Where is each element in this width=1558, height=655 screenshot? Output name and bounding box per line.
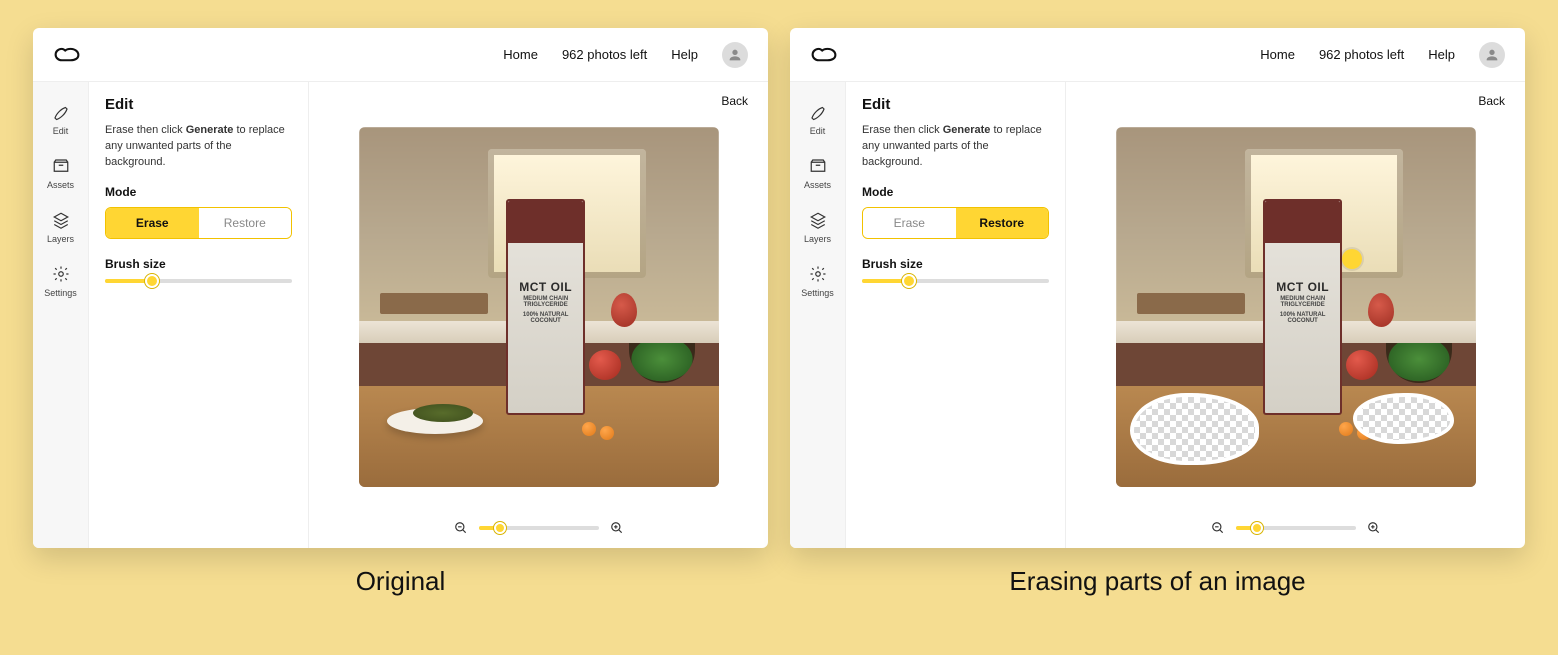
product-subtitle: MEDIUM CHAIN TRIGLYCERIDE [523, 296, 568, 308]
rail-label: Settings [44, 288, 77, 298]
edit-panel: Edit Erase then click Generate to replac… [89, 82, 309, 548]
rail-settings[interactable]: Settings [33, 254, 88, 308]
zoom-slider[interactable] [1236, 526, 1356, 530]
nav-quota[interactable]: 962 photos left [1319, 47, 1404, 62]
rail-label: Layers [47, 234, 74, 244]
zoom-out-icon[interactable] [453, 520, 469, 536]
zoom-controls [309, 508, 768, 548]
app-original: Home 962 photos left Help Edit Assets La [33, 28, 768, 548]
erased-region [1353, 393, 1454, 443]
brush-label: Brush size [862, 257, 1049, 271]
nav-home[interactable]: Home [503, 47, 538, 62]
caption-right: Erasing parts of an image [790, 566, 1525, 597]
product-subtitle: MEDIUM CHAIN TRIGLYCERIDE [1280, 296, 1325, 308]
brush-label: Brush size [105, 257, 292, 271]
desc-text: Erase then click [105, 124, 186, 136]
mode-label: Mode [862, 185, 1049, 199]
logo-icon [53, 45, 81, 65]
rail-layers[interactable]: Layers [33, 200, 88, 254]
brush-size-slider[interactable] [862, 279, 1049, 283]
brush-size-slider[interactable] [105, 279, 292, 283]
product-title: MCT OIL [519, 280, 572, 294]
canvas-area: Back MCT OIL MEDIUM CHAIN TRIGLYCERIDE [309, 82, 768, 548]
rail-label: Assets [804, 180, 831, 190]
rail-label: Assets [47, 180, 74, 190]
product-box: MCT OIL MEDIUM CHAIN TRIGLYCERIDE 100% N… [506, 199, 585, 415]
rail-settings[interactable]: Settings [790, 254, 845, 308]
box-icon [51, 156, 71, 176]
caption-left: Original [33, 566, 768, 597]
logo-icon [810, 45, 838, 65]
nav-home[interactable]: Home [1260, 47, 1295, 62]
panel-title: Edit [105, 96, 292, 113]
mode-erase-button[interactable]: Erase [106, 208, 199, 238]
product-tagline: 100% NATURAL COCONUT [508, 312, 583, 324]
desc-bold: Generate [186, 124, 234, 136]
mode-restore-button[interactable]: Restore [956, 208, 1049, 238]
nav-help[interactable]: Help [1428, 47, 1455, 62]
canvas-image[interactable]: MCT OIL MEDIUM CHAIN TRIGLYCERIDE 100% N… [1116, 127, 1476, 487]
rail-label: Edit [53, 126, 69, 136]
mode-restore-button[interactable]: Restore [199, 208, 292, 238]
tool-rail: Edit Assets Layers Settings [33, 82, 89, 548]
layers-icon [51, 210, 71, 230]
gear-icon [808, 264, 828, 284]
product-box: MCT OIL MEDIUM CHAIN TRIGLYCERIDE 100% N… [1263, 199, 1342, 415]
layers-icon [808, 210, 828, 230]
erased-region [1130, 393, 1260, 465]
rail-label: Settings [801, 288, 834, 298]
tool-rail: Edit Assets Layers Settings [790, 82, 846, 548]
mode-toggle: Erase Restore [105, 207, 292, 239]
panel-title: Edit [862, 96, 1049, 113]
avatar-icon[interactable] [1479, 42, 1505, 68]
topbar: Home 962 photos left Help [33, 28, 768, 82]
nav-quota[interactable]: 962 photos left [562, 47, 647, 62]
mode-erase-button[interactable]: Erase [863, 208, 956, 238]
product-tagline: 100% NATURAL COCONUT [1265, 312, 1340, 324]
topbar: Home 962 photos left Help [790, 28, 1525, 82]
rail-edit[interactable]: Edit [33, 92, 88, 146]
zoom-in-icon[interactable] [609, 520, 625, 536]
gear-icon [51, 264, 71, 284]
rail-edit[interactable]: Edit [790, 92, 845, 146]
rail-assets[interactable]: Assets [33, 146, 88, 200]
desc-text: Erase then click [862, 124, 943, 136]
panel-description: Erase then click Generate to replace any… [862, 123, 1049, 171]
panel-description: Erase then click Generate to replace any… [105, 123, 292, 171]
brush-icon [51, 102, 71, 122]
back-button[interactable]: Back [1478, 94, 1505, 108]
mode-label: Mode [105, 185, 292, 199]
avatar-icon[interactable] [722, 42, 748, 68]
nav-help[interactable]: Help [671, 47, 698, 62]
desc-bold: Generate [943, 124, 991, 136]
brush-icon [808, 102, 828, 122]
app-erasing: Home 962 photos left Help Edit Assets La [790, 28, 1525, 548]
mode-toggle: Erase Restore [862, 207, 1049, 239]
product-title: MCT OIL [1276, 280, 1329, 294]
rail-label: Layers [804, 234, 831, 244]
canvas-area: Back MCT OIL MEDIUM CHAIN TRIGLYCERIDE 1… [1066, 82, 1525, 548]
zoom-in-icon[interactable] [1366, 520, 1382, 536]
rail-label: Edit [810, 126, 826, 136]
rail-layers[interactable]: Layers [790, 200, 845, 254]
zoom-controls [1066, 508, 1525, 548]
canvas-image[interactable]: MCT OIL MEDIUM CHAIN TRIGLYCERIDE 100% N… [359, 127, 719, 487]
zoom-out-icon[interactable] [1210, 520, 1226, 536]
zoom-slider[interactable] [479, 526, 599, 530]
rail-assets[interactable]: Assets [790, 146, 845, 200]
box-icon [808, 156, 828, 176]
back-button[interactable]: Back [721, 94, 748, 108]
edit-panel: Edit Erase then click Generate to replac… [846, 82, 1066, 548]
